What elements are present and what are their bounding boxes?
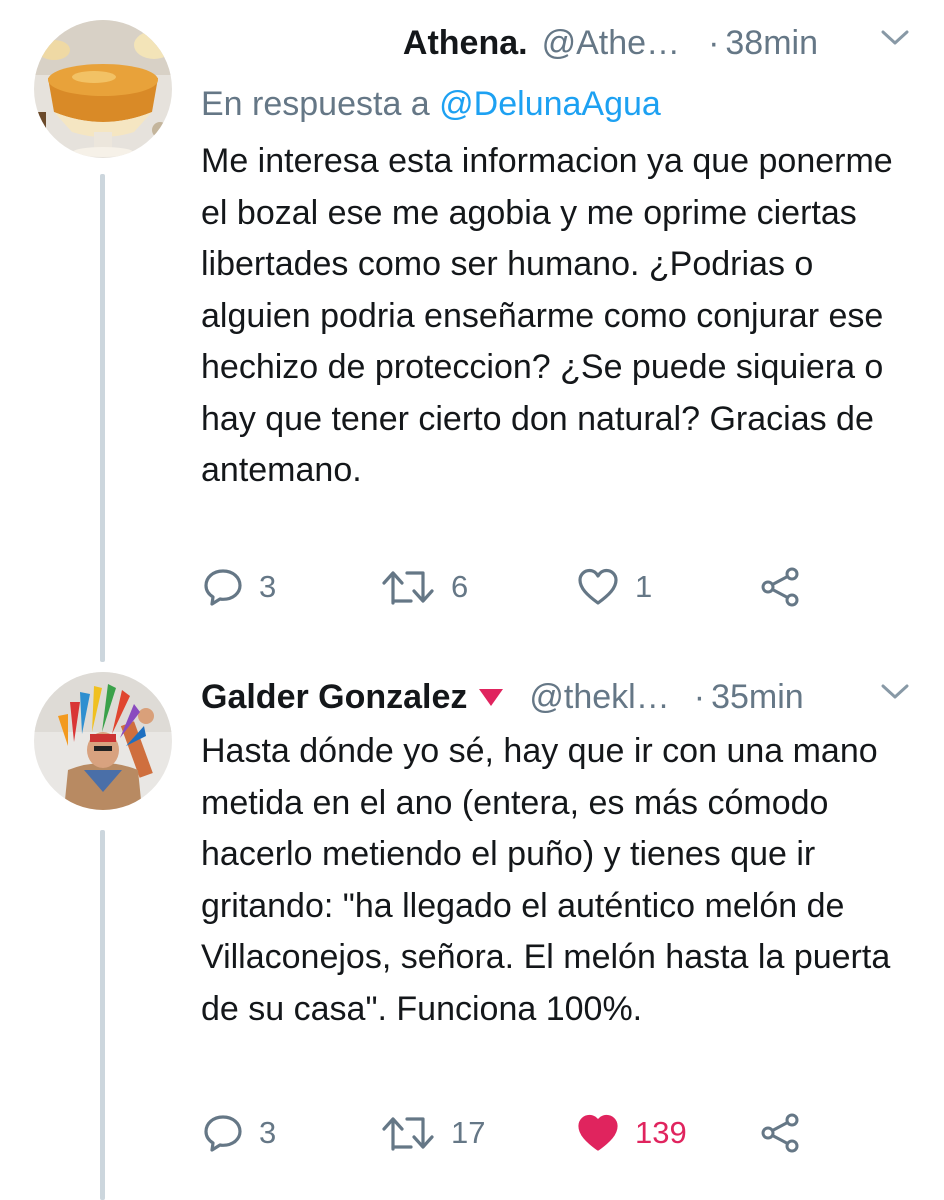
share-icon bbox=[761, 567, 799, 607]
reply-icon bbox=[204, 1115, 242, 1152]
display-name[interactable]: Athena. bbox=[403, 24, 528, 63]
retweet-icon bbox=[382, 571, 434, 605]
retweet-count: 6 bbox=[451, 569, 469, 604]
like-button[interactable]: 139 bbox=[577, 1113, 687, 1153]
retweet-button[interactable]: 6 bbox=[381, 567, 468, 607]
man-with-feather-headdress-avatar-image bbox=[34, 672, 172, 810]
avatar[interactable] bbox=[34, 20, 172, 158]
reply-count: 3 bbox=[259, 569, 277, 604]
tweet-galder[interactable]: Galder Gonzalez @thekl… · 35min Hasta dó… bbox=[0, 660, 944, 1200]
share-button[interactable] bbox=[759, 567, 803, 607]
username[interactable]: @Athe… bbox=[542, 24, 680, 63]
reply-button[interactable]: 3 bbox=[203, 567, 276, 607]
username[interactable]: @thekl… bbox=[529, 678, 669, 717]
separator-dot: · bbox=[693, 677, 706, 716]
reply-button[interactable]: 3 bbox=[203, 1113, 276, 1153]
heart-icon bbox=[578, 568, 618, 605]
tweet-actions: 3 17 139 bbox=[203, 1108, 843, 1158]
avatar[interactable] bbox=[34, 672, 172, 810]
retweet-icon bbox=[382, 1117, 434, 1151]
like-count: 1 bbox=[635, 569, 653, 604]
tweet-text: Hasta dónde yo sé, hay que ir con una ma… bbox=[201, 732, 900, 1028]
tweet-text: Me interesa esta informacion ya que pone… bbox=[201, 142, 903, 489]
chevron-down-icon[interactable] bbox=[880, 28, 910, 48]
display-name[interactable]: Galder Gonzalez bbox=[201, 678, 467, 717]
separator-dot: · bbox=[708, 23, 720, 62]
reply-context: En respuesta a @DelunaAgua bbox=[201, 78, 914, 130]
retweet-button[interactable]: 17 bbox=[381, 1113, 485, 1153]
retweet-count: 17 bbox=[451, 1115, 486, 1150]
creme-brulee-avatar-image bbox=[34, 20, 172, 158]
reply-count: 3 bbox=[259, 1115, 277, 1150]
tweet-header: Athena. @Athe… · 38min bbox=[201, 14, 914, 72]
reply-mention-link[interactable]: @DelunaAgua bbox=[439, 85, 661, 123]
timestamp[interactable]: 35min bbox=[711, 678, 804, 717]
tweet-header: Galder Gonzalez @thekl… · 35min bbox=[201, 668, 914, 726]
reply-prefix: En respuesta a bbox=[201, 85, 430, 123]
red-triangle-badge-icon bbox=[479, 689, 504, 706]
chevron-down-icon[interactable] bbox=[880, 682, 910, 702]
share-button[interactable] bbox=[759, 1113, 803, 1153]
like-count: 139 bbox=[635, 1115, 687, 1150]
timestamp[interactable]: 38min bbox=[725, 24, 818, 63]
share-icon bbox=[761, 1113, 799, 1153]
reply-icon bbox=[204, 569, 242, 606]
like-button[interactable]: 1 bbox=[577, 567, 652, 607]
tweet-actions: 3 6 1 bbox=[203, 562, 843, 612]
tweet-athena[interactable]: Athena. @Athe… · 38min En respuesta a @D… bbox=[0, 0, 944, 660]
heart-icon bbox=[578, 1114, 618, 1151]
